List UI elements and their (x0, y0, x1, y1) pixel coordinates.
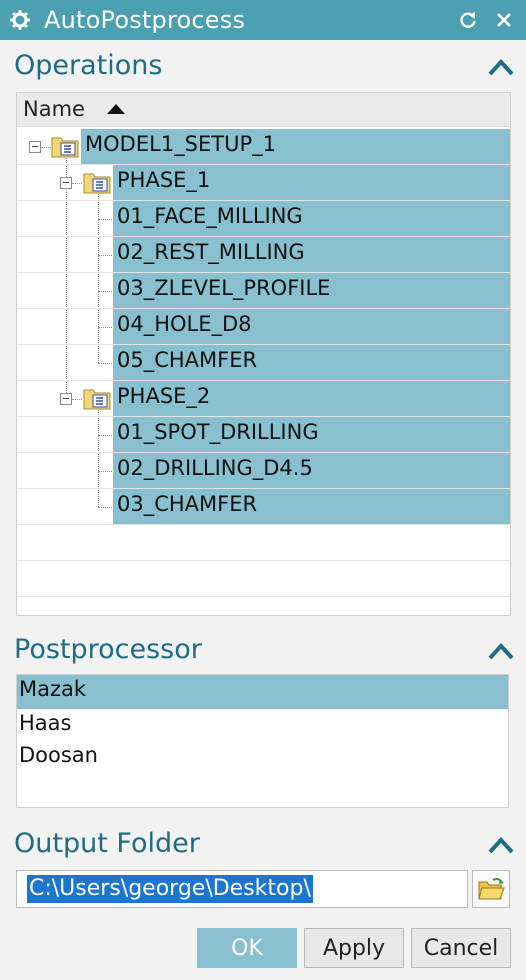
list-item[interactable]: Doosan (17, 741, 508, 775)
list-item[interactable]: Haas (17, 709, 508, 743)
tree-row-operation[interactable]: 01_SPOT_DRILLING (17, 417, 510, 453)
output-folder-title: Output Folder (14, 828, 200, 859)
tree-column-header[interactable]: Name (17, 93, 510, 127)
postprocessor-title: Postprocessor (14, 634, 202, 665)
folder-program-icon (83, 173, 111, 194)
tree-row-phase[interactable]: PHASE_1 (17, 165, 510, 201)
reset-icon[interactable] (458, 10, 478, 30)
apply-button[interactable]: Apply (304, 928, 404, 968)
open-folder-icon (478, 878, 505, 900)
tree-node-label: 03_ZLEVEL_PROFILE (117, 276, 331, 300)
tree-node-label: 01_SPOT_DRILLING (117, 420, 319, 444)
tree-row-operation[interactable]: 01_FACE_MILLING (17, 201, 510, 237)
collapse-toggle[interactable] (60, 393, 72, 405)
collapse-chevron-icon[interactable] (488, 58, 514, 76)
sort-ascending-icon[interactable] (107, 104, 125, 114)
tree-node-label: 02_DRILLING_D4.5 (117, 456, 313, 480)
list-item[interactable]: Mazak (17, 675, 508, 709)
tree-row-operation[interactable]: 05_CHAMFER (17, 345, 510, 381)
tree-node-label: 02_REST_MILLING (117, 240, 305, 264)
tree-node-label: 03_CHAMFER (117, 492, 258, 516)
tree-node-label: PHASE_2 (117, 384, 211, 408)
folder-program-icon (83, 389, 111, 410)
collapse-toggle[interactable] (60, 177, 72, 189)
tree-row-operation[interactable]: 02_REST_MILLING (17, 237, 510, 273)
output-folder-header[interactable]: Output Folder (0, 822, 526, 866)
output-folder-path: C:\Users\george\Desktop\ (27, 875, 313, 903)
tree-row-empty (17, 525, 510, 561)
operations-tree[interactable]: Name MODEL1_SETUP_1 PHASE_1 01_FACE_MILL… (16, 92, 511, 616)
ok-button[interactable]: OK (197, 928, 297, 968)
name-column-label: Name (23, 97, 85, 121)
tree-row-phase[interactable]: PHASE_2 (17, 381, 510, 417)
tree-row-operation[interactable]: 04_HOLE_D8 (17, 309, 510, 345)
tree-node-label: 05_CHAMFER (117, 348, 258, 372)
tree-node-label: 04_HOLE_D8 (117, 312, 252, 336)
postprocessor-header[interactable]: Postprocessor (0, 628, 526, 672)
tree-node-label: MODEL1_SETUP_1 (85, 132, 276, 156)
collapse-chevron-icon[interactable] (488, 836, 514, 854)
collapse-chevron-icon[interactable] (488, 642, 514, 660)
tree-node-label: 01_FACE_MILLING (117, 204, 303, 228)
postprocessor-list[interactable]: Mazak Haas Doosan (16, 674, 509, 808)
tree-node-label: PHASE_1 (117, 168, 211, 192)
list-item-label: Haas (19, 711, 72, 735)
cancel-button[interactable]: Cancel (411, 928, 511, 968)
tree-row-root[interactable]: MODEL1_SETUP_1 (17, 129, 510, 165)
window-title: AutoPostprocess (44, 6, 246, 34)
collapse-toggle[interactable] (29, 141, 41, 153)
title-bar: AutoPostprocess (0, 0, 526, 40)
output-folder-input[interactable]: C:\Users\george\Desktop\ (16, 870, 468, 908)
close-icon[interactable] (494, 10, 514, 30)
list-item-label: Doosan (19, 743, 98, 767)
gear-icon[interactable] (10, 10, 30, 30)
tree-row-operation[interactable]: 02_DRILLING_D4.5 (17, 453, 510, 489)
operations-title: Operations (14, 50, 163, 81)
operations-header[interactable]: Operations (0, 44, 526, 88)
list-item-label: Mazak (19, 677, 87, 701)
tree-row-operation[interactable]: 03_CHAMFER (17, 489, 510, 525)
tree-row-empty (17, 561, 510, 597)
folder-program-icon (51, 137, 79, 158)
browse-folder-button[interactable] (472, 870, 510, 908)
tree-row-operation[interactable]: 03_ZLEVEL_PROFILE (17, 273, 510, 309)
